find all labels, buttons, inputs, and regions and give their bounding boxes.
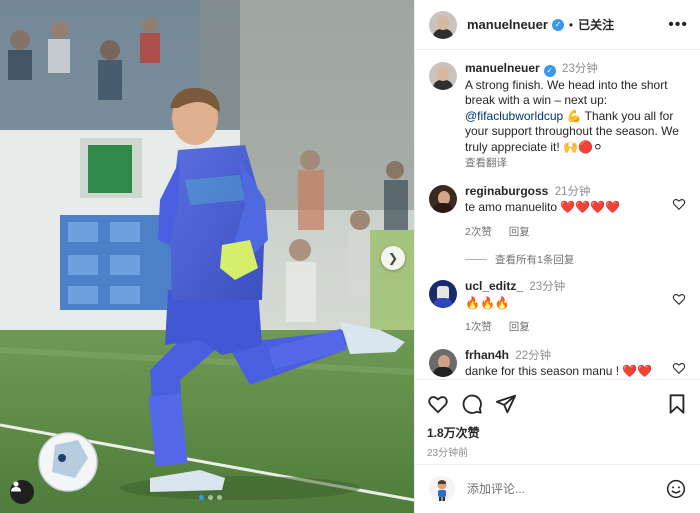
- comment-username[interactable]: frhan4h: [465, 348, 509, 362]
- goalkeeper-photo: [0, 0, 414, 513]
- caption-time: 23分钟: [562, 63, 598, 75]
- comment-username[interactable]: reginaburgoss: [465, 184, 548, 198]
- comment-item: frhan4h 22分钟 danke for this season manu …: [429, 348, 686, 380]
- reply-button[interactable]: 回复: [509, 321, 530, 333]
- carousel-dots: [199, 495, 222, 500]
- comment-item: reginaburgoss 21分钟 te amo manuelito ❤️❤️…: [429, 184, 686, 241]
- tagged-users-button[interactable]: [10, 480, 34, 504]
- view-replies-button[interactable]: 查看所有1条回复: [465, 252, 686, 267]
- likes-count[interactable]: 1.8万次赞: [427, 424, 688, 441]
- comment-like-heart-icon[interactable]: [672, 361, 686, 375]
- chevron-right-icon: ❯: [387, 251, 399, 265]
- reply-button[interactable]: 回复: [509, 226, 530, 238]
- comment-time: 21分钟: [554, 185, 591, 198]
- mention-link[interactable]: @fifaclubworldcup: [465, 109, 563, 123]
- post-actions-section: 1.8万次赞 23分钟前: [415, 379, 700, 459]
- author-avatar[interactable]: [429, 10, 457, 39]
- bookmark-icon[interactable]: [666, 393, 688, 415]
- comment-likes[interactable]: 1次赞: [465, 321, 492, 333]
- post-panel: manuelneuer ✓ • 已关注 ••• manuelneuer ✓ 23分…: [414, 0, 700, 513]
- comment-text: 🔥🔥🔥: [465, 295, 510, 310]
- comment-like-heart-icon[interactable]: [672, 292, 686, 306]
- more-options-icon[interactable]: •••: [668, 16, 688, 34]
- current-user-avatar[interactable]: [429, 476, 455, 502]
- caption-username[interactable]: manuelneuer: [465, 61, 540, 75]
- separator-dot: •: [568, 17, 574, 32]
- post-header: manuelneuer ✓ • 已关注 •••: [415, 0, 700, 50]
- comment-bubble-icon[interactable]: [461, 393, 483, 415]
- commenter-avatar[interactable]: [429, 348, 457, 377]
- action-bar: [427, 392, 688, 416]
- comment-input[interactable]: [467, 482, 657, 496]
- post-photo[interactable]: ❯: [0, 0, 414, 513]
- carousel-dot: [217, 495, 222, 500]
- view-replies-label: 查看所有1条回复: [495, 254, 575, 266]
- emoji-smiley-icon[interactable]: [666, 479, 686, 499]
- like-heart-icon[interactable]: [427, 393, 449, 415]
- add-comment-bar: [415, 464, 700, 513]
- user-icon: [11, 481, 21, 492]
- comment-text: te amo manuelito ❤️❤️❤️❤️: [465, 200, 621, 214]
- commenter-avatar[interactable]: [429, 280, 457, 308]
- comments-section[interactable]: manuelneuer ✓ 23分钟 A strong finish. We he…: [415, 51, 700, 379]
- share-paper-plane-icon[interactable]: [495, 393, 517, 415]
- verified-icon: ✓: [543, 64, 556, 77]
- comment-text: danke for this season manu ! ❤️❤️: [465, 364, 653, 378]
- post-timestamp[interactable]: 23分钟前: [427, 444, 688, 459]
- comment-time: 22分钟: [515, 349, 552, 362]
- next-image-button[interactable]: ❯: [381, 246, 405, 270]
- commenter-avatar[interactable]: [429, 184, 457, 213]
- comment-likes[interactable]: 2次赞: [465, 226, 492, 238]
- verified-icon: ✓: [551, 18, 564, 31]
- translate-link[interactable]: 查看翻译: [465, 157, 507, 169]
- carousel-dot: [208, 495, 213, 500]
- caption-text: A strong finish. We head into the short …: [465, 77, 668, 108]
- caption-avatar[interactable]: [429, 62, 457, 90]
- author-username[interactable]: manuelneuer: [467, 17, 548, 32]
- comment-like-heart-icon[interactable]: [672, 197, 686, 211]
- comment-time: 23分钟: [529, 281, 566, 293]
- following-button[interactable]: 已关注: [578, 16, 614, 33]
- comment-username[interactable]: ucl_editz_: [465, 279, 523, 293]
- comment-item: ucl_editz_ 23分钟 🔥🔥🔥 1次赞 回复: [429, 279, 686, 336]
- post-caption: manuelneuer ✓ 23分钟 A strong finish. We he…: [429, 61, 686, 172]
- carousel-dot-active: [199, 495, 204, 500]
